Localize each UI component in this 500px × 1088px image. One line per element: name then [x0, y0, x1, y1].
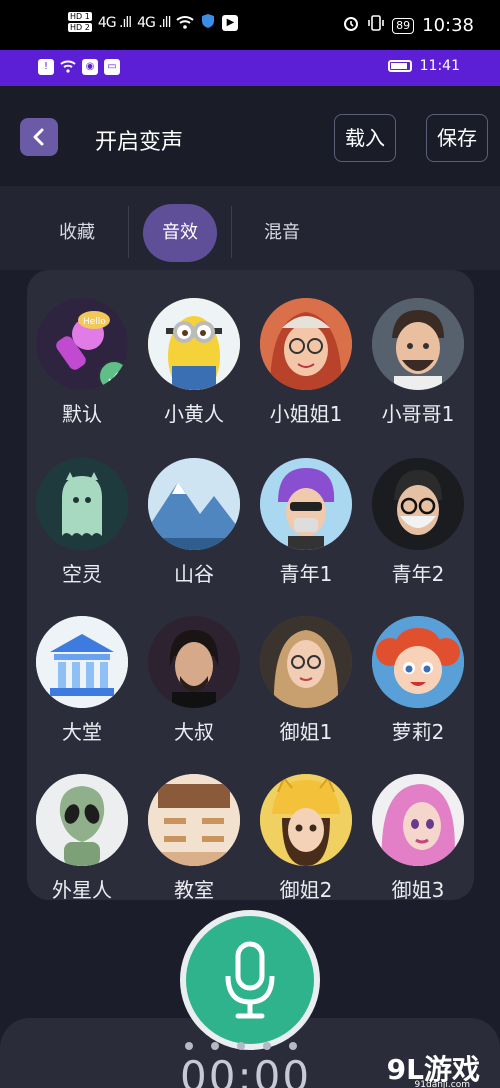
alert-icon: ! [38, 59, 54, 75]
shield-app-icon [200, 13, 216, 33]
little-girl-icon [372, 616, 464, 708]
hd-indicator: HD 1 HD 2 [68, 12, 92, 34]
signal-2-icon: 4G .ıll [137, 15, 171, 31]
voice-item-lady2[interactable]: 御姐2 [250, 774, 362, 900]
page-dot [289, 1042, 297, 1050]
voice-item-default[interactable]: Hello ✓ 默认 [27, 298, 138, 427]
voice-label: 小姐姐1 [269, 402, 343, 426]
system-status-bar: HD 1 HD 2 4G .ıll 4G .ıll ▶ 89 10:38 [0, 0, 500, 50]
microphone-icon [225, 941, 275, 1019]
voice-item-girl1[interactable]: 小姐姐1 [250, 298, 362, 427]
wifi-icon [176, 14, 195, 33]
page-dot [263, 1042, 271, 1050]
status-right: 89 10:38 [342, 14, 474, 37]
microphone-hello-icon: Hello ✓ [36, 298, 128, 390]
cat-hat-girl-icon [260, 774, 352, 866]
voice-label: 御姐2 [279, 878, 333, 900]
watermark-url: 91danji.com [414, 1080, 470, 1088]
hd2-label: HD 2 [68, 23, 92, 32]
tab-effects[interactable]: 音效 [143, 204, 217, 262]
hd1-label: HD 1 [68, 12, 92, 21]
voice-item-boy1[interactable]: 小哥哥1 [362, 298, 474, 427]
app-notification-icon: ▶ [222, 15, 239, 31]
voice-label: 默认 [62, 402, 102, 426]
battery-level: 89 [392, 17, 415, 34]
strip-right: 11:41 [387, 58, 460, 74]
voice-item-loli2[interactable]: 萝莉2 [362, 616, 474, 745]
voice-item-valley[interactable]: 山谷 [138, 458, 250, 587]
valley-icon [148, 458, 240, 550]
vibrate-icon [368, 14, 384, 37]
page-header: 开启变声 载入 保存 [0, 86, 500, 186]
load-button[interactable]: 载入 [334, 114, 396, 162]
voice-effect-grid: Hello ✓ 默认 小黄人 小姐姐1 小哥哥1 空灵 山谷 青年1 青年2 大… [27, 270, 474, 900]
page-dot [237, 1042, 245, 1050]
alien-icon [36, 774, 128, 866]
voice-item-lady1[interactable]: 御姐1 [250, 616, 362, 745]
voice-item-uncle[interactable]: 大叔 [138, 616, 250, 745]
voice-label: 小黄人 [164, 402, 224, 426]
strip-icons: ! ◉ ▭ [38, 59, 120, 77]
voice-label: 大堂 [62, 720, 102, 744]
ghost-icon [36, 458, 128, 550]
tab-favorites[interactable]: 收藏 [40, 204, 114, 262]
youth-avatar-icon [260, 458, 352, 550]
girl-avatar-icon [260, 298, 352, 390]
wifi-small-icon [60, 59, 76, 77]
clock: 10:38 [422, 15, 474, 36]
tab-divider [128, 206, 129, 258]
voice-label: 教室 [174, 878, 214, 900]
uncle-avatar-icon [148, 616, 240, 708]
voice-item-minion[interactable]: 小黄人 [138, 298, 250, 427]
minion-icon [148, 298, 240, 390]
category-tabs: 收藏 音效 混音 [0, 186, 500, 270]
masked-man-icon [372, 458, 464, 550]
voice-label: 山谷 [174, 562, 214, 586]
voice-item-youth2[interactable]: 青年2 [362, 458, 474, 587]
voice-item-hall[interactable]: 大堂 [27, 616, 138, 745]
strip-clock: 11:41 [419, 58, 460, 74]
record-button[interactable] [180, 910, 320, 1050]
signal-1-icon: 4G .ıll [97, 15, 132, 31]
voice-label: 大叔 [174, 720, 214, 744]
message-icon: ▭ [104, 59, 120, 75]
voice-item-lady3[interactable]: 御姐3 [362, 774, 474, 900]
voice-label: 御姐3 [391, 878, 445, 900]
voice-item-ethereal[interactable]: 空灵 [27, 458, 138, 587]
lady-avatar-icon [260, 616, 352, 708]
page-indicator [185, 1042, 297, 1050]
selected-check-icon: ✓ [98, 360, 128, 390]
back-button[interactable] [20, 118, 58, 156]
app-status-strip: ! ◉ ▭ 11:41 [0, 50, 500, 86]
record-area: 00:00 9L游戏 91danji.com [0, 900, 500, 1088]
boy-avatar-icon [372, 298, 464, 390]
voice-label: 小哥哥1 [381, 402, 455, 426]
page-dot [211, 1042, 219, 1050]
pink-hair-girl-icon [372, 774, 464, 866]
tab-mixing[interactable]: 混音 [245, 204, 319, 262]
status-left: HD 1 HD 2 4G .ıll 4G .ıll ▶ [68, 12, 239, 34]
voice-item-classroom[interactable]: 教室 [138, 774, 250, 900]
page-title: 开启变声 [95, 130, 184, 155]
weibo-icon: ◉ [82, 59, 98, 75]
recording-timer: 00:00 [180, 1052, 312, 1088]
hall-building-icon [36, 616, 128, 708]
voice-label: 青年1 [279, 562, 333, 586]
svg-text:Hello: Hello [83, 317, 106, 327]
alarm-icon [342, 14, 360, 37]
voice-label: 空灵 [62, 562, 102, 586]
voice-item-youth1[interactable]: 青年1 [250, 458, 362, 587]
tab-divider [231, 206, 232, 258]
classroom-icon [148, 774, 240, 866]
battery-icon [387, 60, 412, 72]
page-dot [185, 1042, 193, 1050]
save-button[interactable]: 保存 [426, 114, 488, 162]
chevron-left-icon [33, 128, 44, 146]
voice-label: 外星人 [52, 878, 112, 900]
voice-label: 青年2 [391, 562, 445, 586]
voice-item-alien[interactable]: 外星人 [27, 774, 138, 900]
voice-label: 萝莉2 [391, 720, 445, 744]
voice-label: 御姐1 [279, 720, 333, 744]
